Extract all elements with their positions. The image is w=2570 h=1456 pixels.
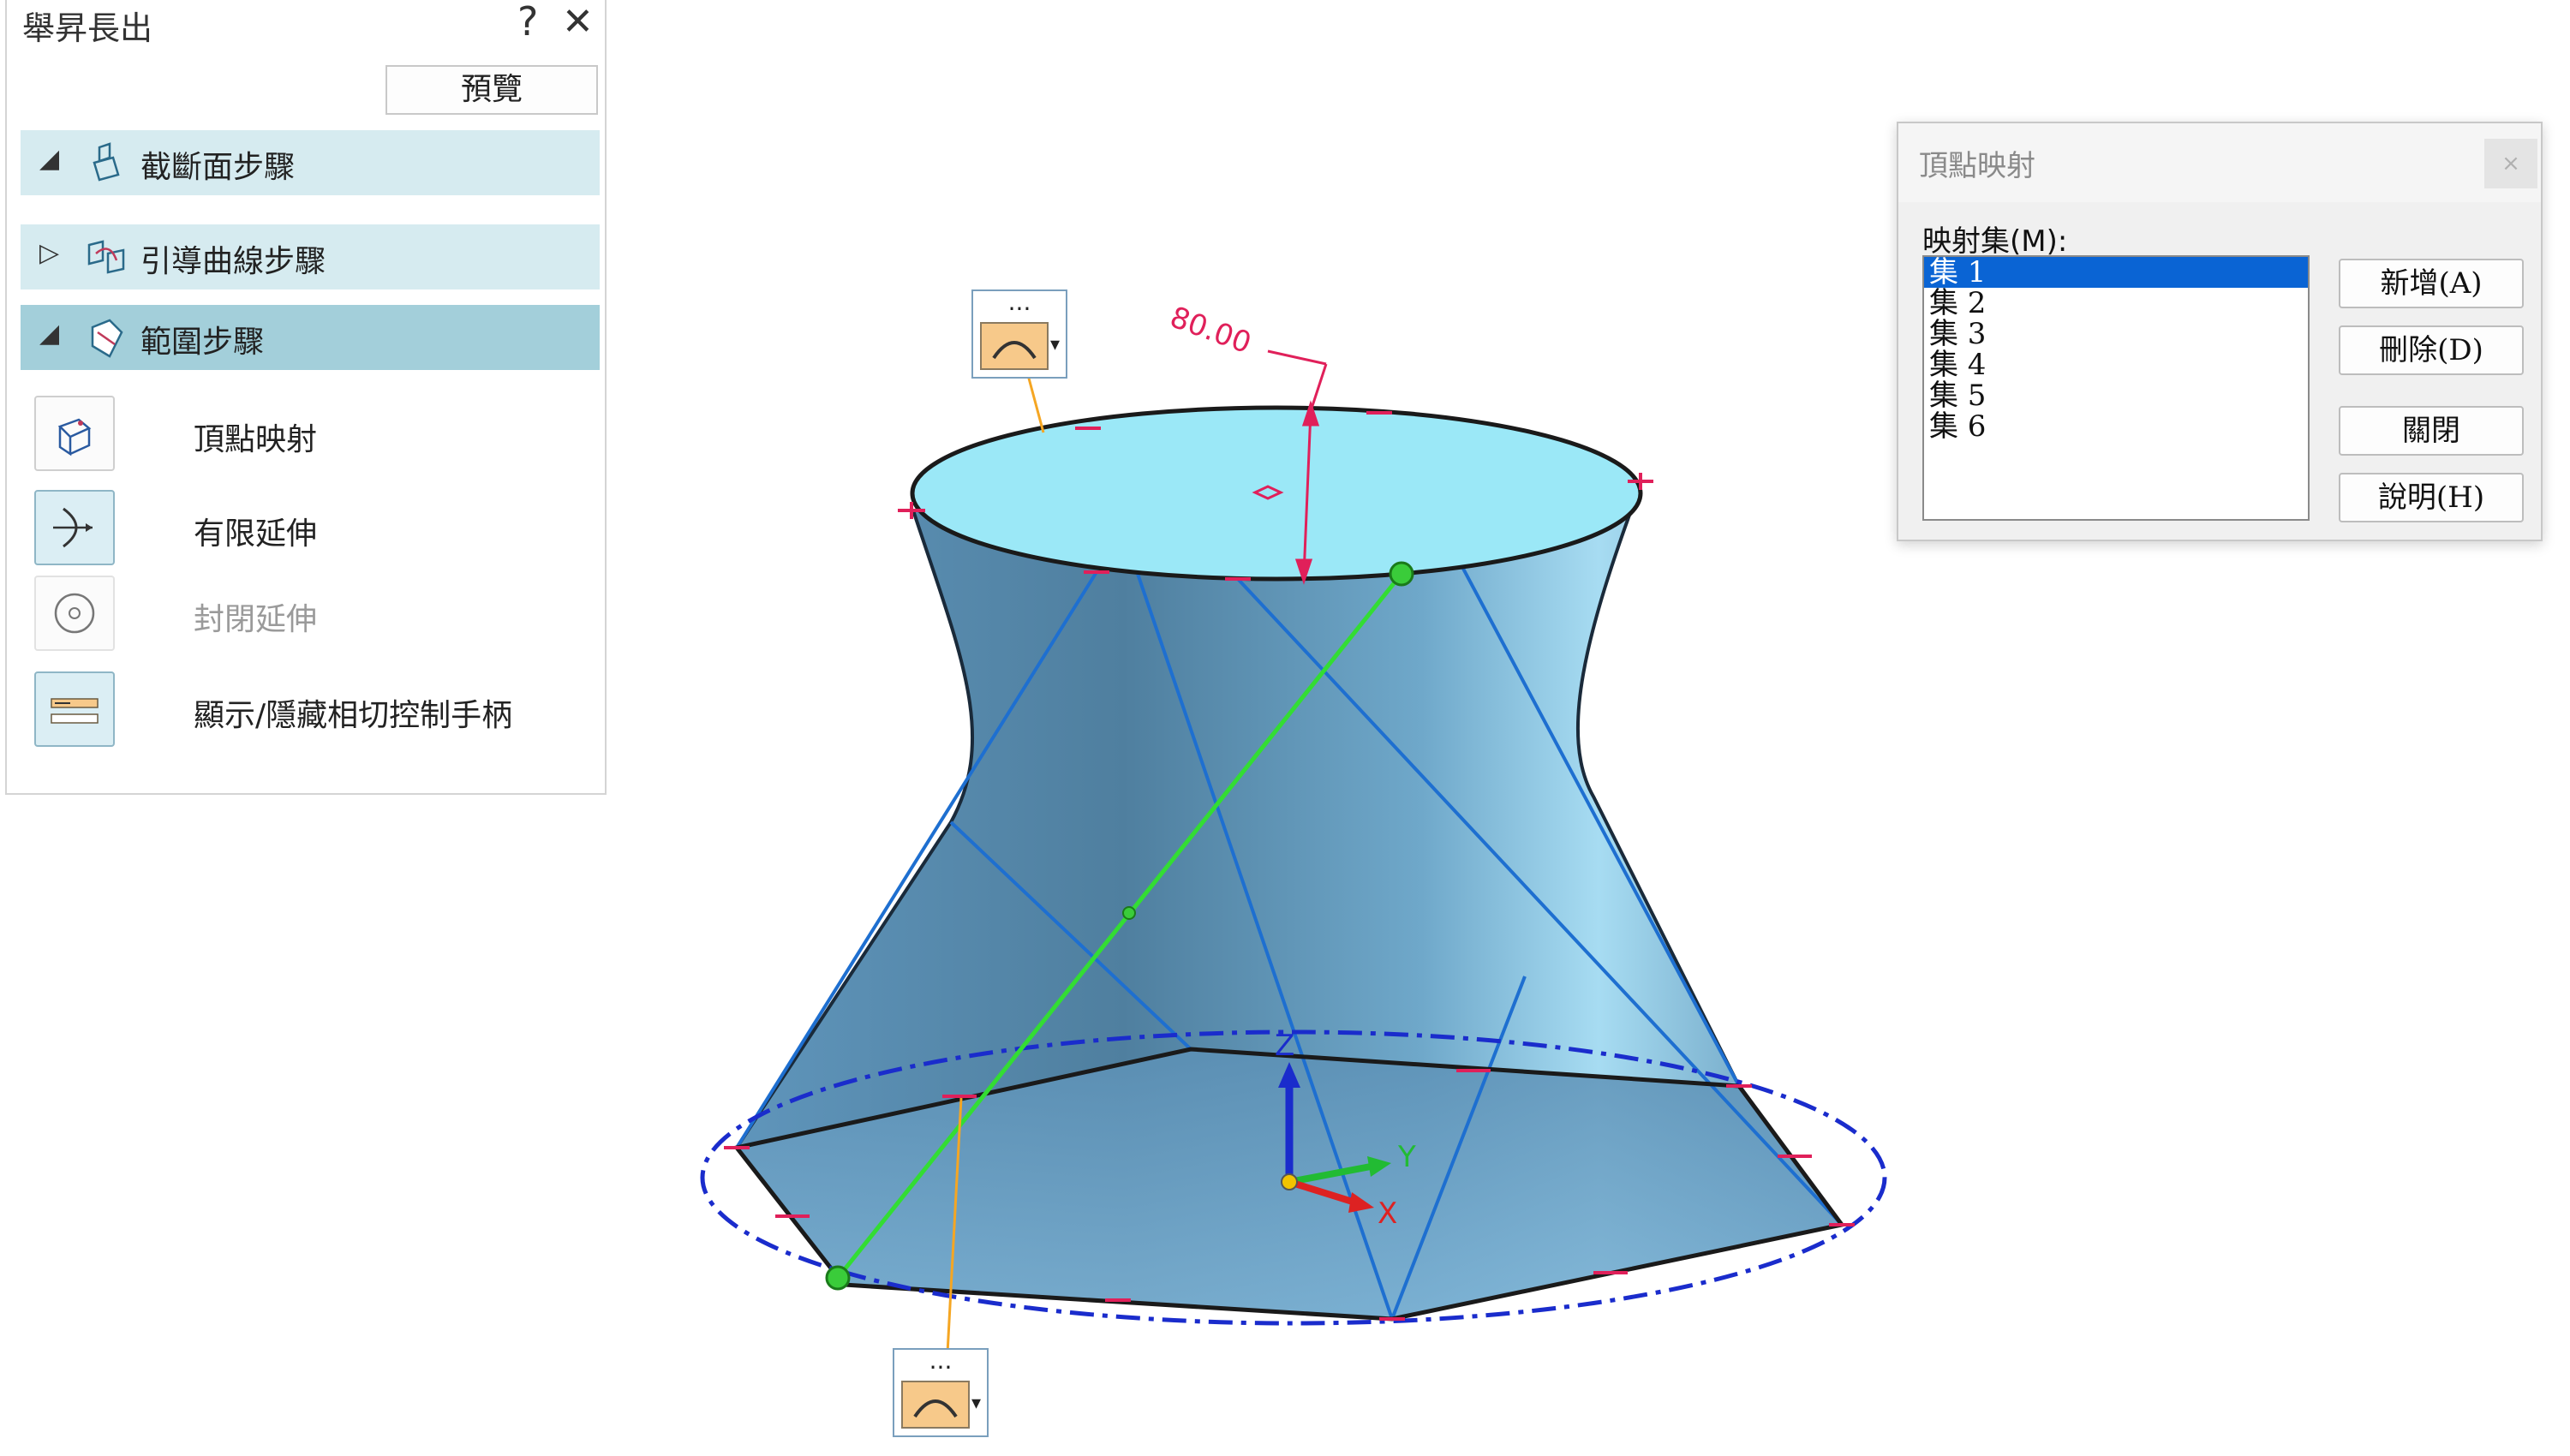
- closed-extent-icon: [34, 576, 115, 651]
- handle-menu-dots[interactable]: ...: [973, 288, 1066, 316]
- dimension-label[interactable]: 80.00: [1166, 300, 1256, 361]
- map-point-top[interactable]: [1389, 561, 1414, 587]
- step-label: 範圍步驟: [140, 325, 265, 360]
- tangent-handle-top[interactable]: ... ▾: [971, 288, 1067, 379]
- map-point-bottom[interactable]: [825, 1265, 851, 1291]
- mapping-sets-list[interactable]: 集 1 集 2 集 3 集 4 集 5 集 6: [1922, 255, 2310, 521]
- expand-arrow-icon[interactable]: ▷: [39, 238, 59, 268]
- curve-tangent-button[interactable]: [980, 322, 1049, 370]
- list-item[interactable]: 集 6: [1924, 411, 2308, 442]
- panel-title: 舉昇長出: [22, 9, 153, 47]
- list-item[interactable]: 集 2: [1924, 288, 2308, 319]
- option-label: 封閉延伸: [194, 602, 318, 637]
- dialog-title: 頂點映射: [1919, 149, 2035, 183]
- help-button[interactable]: 說明(H): [2339, 473, 2524, 522]
- tangent-handle-bottom[interactable]: ... ▾: [893, 1346, 989, 1437]
- map-point-mid: [1122, 906, 1136, 920]
- expand-arrow-icon[interactable]: ◢: [39, 144, 59, 174]
- delete-button[interactable]: 刪除(D): [2339, 325, 2524, 375]
- handle-leader-top: [1026, 374, 1045, 433]
- handle-menu-dots[interactable]: ...: [894, 1346, 987, 1375]
- expand-arrow-icon[interactable]: ◢: [39, 319, 59, 349]
- step-guide-curve[interactable]: ▷ 引導曲線步驟: [21, 224, 600, 289]
- axis-y-label: Y: [1397, 1140, 1416, 1174]
- step-label: 截斷面步驟: [140, 150, 296, 185]
- step-label: 引導曲線步驟: [140, 244, 326, 279]
- section-step-icon: [84, 140, 128, 185]
- curve-tangent-button[interactable]: [901, 1381, 970, 1429]
- dialog-close-icon[interactable]: ×: [2484, 139, 2537, 188]
- option-label: 頂點映射: [194, 422, 318, 457]
- step-extent[interactable]: ◢ 範圍步驟: [21, 305, 600, 370]
- list-item[interactable]: 集 3: [1924, 319, 2308, 349]
- list-item[interactable]: 集 1: [1924, 257, 2308, 288]
- option-label: 有限延伸: [194, 516, 318, 552]
- finite-extent-icon[interactable]: [34, 490, 115, 565]
- chevron-down-icon[interactable]: ▾: [971, 1393, 981, 1414]
- list-item[interactable]: 集 4: [1924, 349, 2308, 380]
- help-icon[interactable]: ?: [517, 0, 538, 45]
- list-item[interactable]: 集 5: [1924, 380, 2308, 411]
- preview-button[interactable]: 預覽: [386, 65, 598, 115]
- chevron-down-icon[interactable]: ▾: [1050, 334, 1060, 355]
- add-button[interactable]: 新增(A): [2339, 259, 2524, 308]
- axis-z-label: Z: [1275, 1029, 1294, 1063]
- close-button[interactable]: 關閉: [2339, 406, 2524, 456]
- vertex-mapping-dialog: 頂點映射 × 映射集(M): 集 1 集 2 集 3 集 4 集 5 集 6 新…: [1897, 122, 2543, 541]
- close-icon[interactable]: ✕: [562, 0, 594, 44]
- mapping-sets-label: 映射集(M):: [1922, 224, 2068, 259]
- extent-step-icon: [84, 315, 128, 360]
- axis-x-label: X: [1378, 1196, 1397, 1231]
- option-label: 顯示/隱藏相切控制手柄: [194, 698, 513, 733]
- step-section[interactable]: ◢ 截斷面步驟: [21, 130, 600, 195]
- tangent-handle-icon[interactable]: [34, 671, 115, 747]
- guide-curve-step-icon: [84, 235, 128, 279]
- loft-command-panel: 舉昇長出 ? ✕ 預覽 ◢ 截斷面步驟 ▷ 引導曲線步驟 ◢ 範圍步驟 頂點映射…: [5, 0, 607, 795]
- vertex-mapping-icon[interactable]: [34, 396, 115, 471]
